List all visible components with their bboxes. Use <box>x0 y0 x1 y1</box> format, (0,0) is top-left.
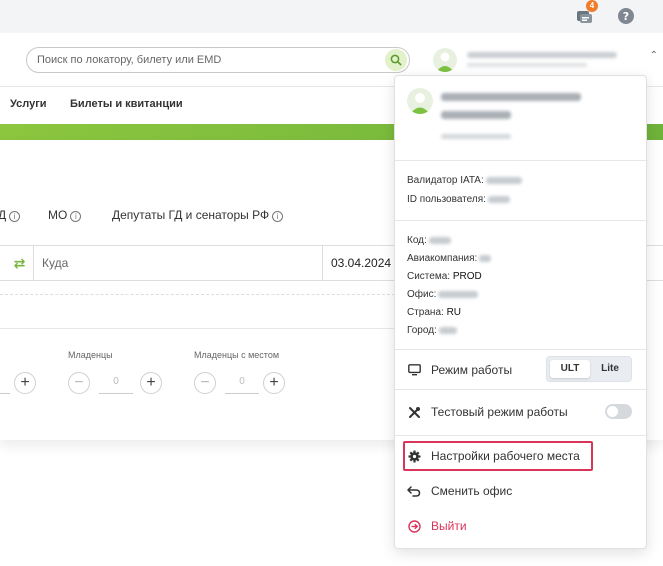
test-mode-label: Тестовый режим работы <box>431 405 568 419</box>
search-input[interactable] <box>37 52 377 68</box>
test-mode-row: Тестовый режим работы <box>395 390 648 436</box>
info-icon[interactable]: i <box>9 211 21 222</box>
top-strip: 4 ? <box>0 0 663 33</box>
monitor-icon <box>407 363 421 377</box>
logout-icon <box>407 519 421 533</box>
swap-button[interactable]: ⇄ <box>0 246 34 280</box>
infants-count[interactable]: 0 <box>99 376 133 394</box>
nav-services[interactable]: Услуги <box>10 98 47 110</box>
infants-label: Младенцы <box>68 350 113 360</box>
filter-mo[interactable]: МО i <box>48 208 82 222</box>
swap-icon: ⇄ <box>13 254 26 271</box>
info-icon[interactable]: i <box>272 211 284 222</box>
divider <box>0 294 400 295</box>
chevron-up-icon: ⌃ <box>649 50 658 61</box>
increment-button[interactable]: + <box>14 372 36 394</box>
divider <box>0 328 400 329</box>
fare-filters: Дi МО i Депутаты ГД и сенаторы РФ i <box>0 208 400 226</box>
undo-arrow-icon <box>407 484 421 498</box>
user-email-redacted <box>441 134 511 139</box>
airline-row: Авиакомпания: <box>407 253 492 264</box>
page: 4 ? Поиск по локатору, билету или EMD ⌃ … <box>0 0 663 566</box>
avatar <box>407 88 433 114</box>
system-row: Система: PROD <box>407 271 482 282</box>
filter-deputies[interactable]: Депутаты ГД и сенаторы РФ i <box>112 208 284 222</box>
work-mode-label: Режим работы <box>431 363 513 377</box>
office-info-section: Код: Авиакомпания: Система: PROD Офис: С… <box>395 221 648 350</box>
user-profile-section <box>395 76 648 161</box>
user-name-redacted <box>441 93 581 101</box>
work-mode-switch: ULT Lite <box>546 356 632 382</box>
filter-d[interactable]: Дi <box>0 208 21 222</box>
decrement-button[interactable]: − <box>68 372 90 394</box>
user-menu-panel: Валидатор IATA: ID пользователя: Код: Ав… <box>394 75 648 549</box>
tools-icon <box>407 405 421 419</box>
logout-menu-item[interactable]: Выйти <box>395 508 648 544</box>
decrement-button[interactable]: − <box>194 372 216 394</box>
nav-tickets[interactable]: Билеты и квитанции <box>70 98 183 110</box>
user-info-redacted <box>467 63 587 67</box>
destination-input[interactable]: Куда <box>42 256 68 270</box>
validator-row: Валидатор IATA: <box>407 175 522 186</box>
search-icon <box>390 54 402 66</box>
help-icon[interactable]: ? <box>616 6 636 26</box>
increment-button[interactable]: + <box>140 372 162 394</box>
user-menu-toggle[interactable]: ⌃ <box>433 46 658 74</box>
gear-icon <box>407 449 421 463</box>
settings-menu-item[interactable]: Настройки рабочего места <box>395 438 648 474</box>
test-mode-toggle[interactable] <box>605 404 632 419</box>
search-box <box>26 47 410 73</box>
svg-text:?: ? <box>623 10 629 23</box>
avatar <box>433 48 457 72</box>
logout-label: Выйти <box>431 519 467 533</box>
passenger-count[interactable] <box>0 376 10 394</box>
infants-seat-count[interactable]: 0 <box>225 376 259 394</box>
user-id-row: ID пользователя: <box>407 194 510 205</box>
settings-label: Настройки рабочего места <box>431 449 580 463</box>
change-office-menu-item[interactable]: Сменить офис <box>395 473 648 509</box>
info-icon[interactable]: i <box>70 211 82 222</box>
infants-seat-label: Младенцы с местом <box>194 350 280 360</box>
date-input[interactable]: 03.04.2024 <box>322 246 402 280</box>
mode-lite-option[interactable]: Lite <box>590 360 630 378</box>
notification-badge: 4 <box>586 0 598 12</box>
mode-ult-option[interactable]: ULT <box>550 360 590 378</box>
increment-button[interactable]: + <box>263 372 285 394</box>
validator-section: Валидатор IATA: ID пользователя: <box>395 161 648 221</box>
country-row: Страна: RU <box>407 307 462 318</box>
code-row: Код: <box>407 235 451 246</box>
user-name-redacted <box>441 111 511 119</box>
work-mode-row: Режим работы ULT Lite <box>395 350 648 390</box>
user-name-redacted <box>467 52 617 58</box>
office-row: Офис: <box>407 289 479 300</box>
change-office-label: Сменить офис <box>431 484 513 498</box>
search-button[interactable] <box>385 49 407 71</box>
city-row: Город: <box>407 325 457 336</box>
